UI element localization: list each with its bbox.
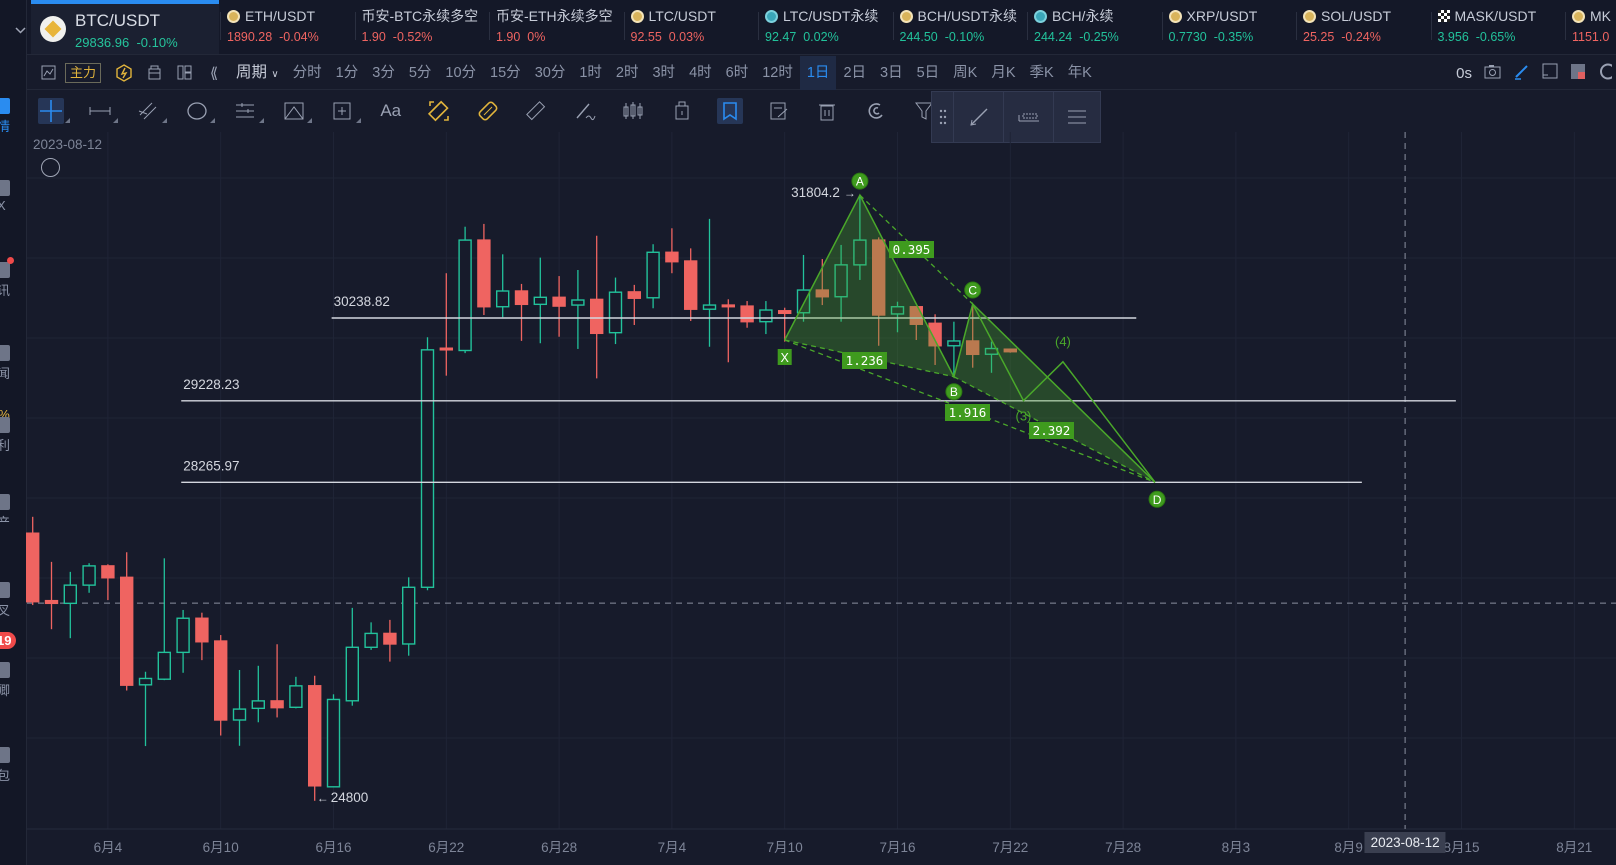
pattern-point-label: C <box>968 284 977 298</box>
candle-up <box>571 299 585 306</box>
price-line-label: 30238.82 <box>334 294 390 309</box>
candle-up <box>82 565 96 586</box>
x-axis-tick-label: 8月21 <box>1556 840 1593 855</box>
pattern-point-label: X <box>781 351 790 365</box>
candle-up <box>608 291 623 334</box>
candle-down <box>383 632 397 645</box>
candle-down <box>740 305 754 323</box>
pattern-point-label: A <box>856 175 864 189</box>
candle-up <box>345 646 359 702</box>
ratio-label: 1.236 <box>846 353 884 368</box>
candle-up <box>533 296 547 306</box>
candle-up <box>232 708 247 721</box>
x-axis-tick-label: 8月9 <box>1334 840 1363 855</box>
chart-area[interactable]: 30238.82 29228.23 28265.97 A C B D X (3) (4) 0.395… <box>15 27 1616 865</box>
candle-up <box>157 651 172 680</box>
candle-down <box>101 565 115 579</box>
chart-date-label: 2023-08-12 <box>33 137 103 152</box>
candle-up <box>176 617 190 654</box>
pattern-point-label: B <box>950 385 958 399</box>
x-axis-tick-label: 6月22 <box>428 840 465 855</box>
candle-up <box>496 290 510 308</box>
candle-up <box>326 698 341 788</box>
x-axis-tick-label: 6月10 <box>202 840 239 855</box>
candle-up <box>251 700 266 710</box>
arrow-left-icon: ← <box>317 791 329 805</box>
price-line-label: 29228.23 <box>183 377 239 392</box>
candle-down <box>270 700 284 709</box>
candle-down <box>665 251 679 263</box>
candle-up <box>420 349 435 588</box>
candle-down <box>627 291 641 299</box>
x-axis-tick-label: 8月15 <box>1443 840 1480 855</box>
candle-down <box>439 347 453 351</box>
candle-up <box>63 584 78 605</box>
ratio-label: 0.395 <box>893 242 931 257</box>
candle-down <box>778 310 792 315</box>
pattern-wave-label: (4) <box>1055 334 1071 349</box>
candle-up <box>138 677 153 686</box>
x-axis-tick-label: 6月28 <box>541 840 578 855</box>
candle-up <box>458 239 472 352</box>
arrow-right-icon: → <box>844 186 856 200</box>
candle-down <box>552 296 566 307</box>
candle-down <box>308 685 322 787</box>
candle-down <box>477 239 491 308</box>
candle-up <box>759 309 773 323</box>
ratio-label: 2.392 <box>1033 423 1071 438</box>
candle-up <box>402 586 416 645</box>
pattern-fill-bcd <box>953 304 1156 483</box>
x-axis-tick-label: 7月22 <box>992 840 1029 855</box>
candle-down <box>119 576 134 686</box>
candle-down <box>590 298 604 335</box>
pattern-wave-label: (3) <box>1016 409 1032 424</box>
candle-down <box>684 260 698 310</box>
candle-down <box>514 290 529 306</box>
pattern-point-label: D <box>1153 493 1162 507</box>
ratio-label: 1.916 <box>949 405 987 420</box>
candle-up <box>947 340 961 347</box>
x-axis-tick-label: 7月4 <box>657 840 687 855</box>
candle-up <box>702 304 717 310</box>
x-axis-tick-label: 7月28 <box>1105 840 1142 855</box>
x-axis-tick-label: 7月16 <box>879 840 916 855</box>
low-price-label: 24800 <box>331 790 369 805</box>
collapse-chevron-icon[interactable] <box>15 27 60 177</box>
candlestick-chart[interactable]: 30238.82 29228.23 28265.97 A C B D X (3) (4) 0.395… <box>0 0 1616 865</box>
candle-down <box>195 617 209 643</box>
candle-up <box>646 251 660 299</box>
x-axis-tick-label: 8月3 <box>1221 840 1251 855</box>
x-axis-tick-label: 7月10 <box>766 840 803 855</box>
x-axis-tick-label: 6月16 <box>315 840 352 855</box>
candle-up <box>364 632 378 648</box>
x-axis-tick-label: 6月4 <box>93 840 123 855</box>
candle-up <box>289 685 303 708</box>
candle-down <box>721 304 735 308</box>
crosshair-date-label: 2023-08-12 <box>1364 832 1446 853</box>
candle-down <box>26 532 40 603</box>
candle-down <box>213 640 228 721</box>
candle-down <box>44 599 59 605</box>
high-price-label: 31804.2 <box>791 185 840 200</box>
price-line-label: 28265.97 <box>183 458 239 473</box>
